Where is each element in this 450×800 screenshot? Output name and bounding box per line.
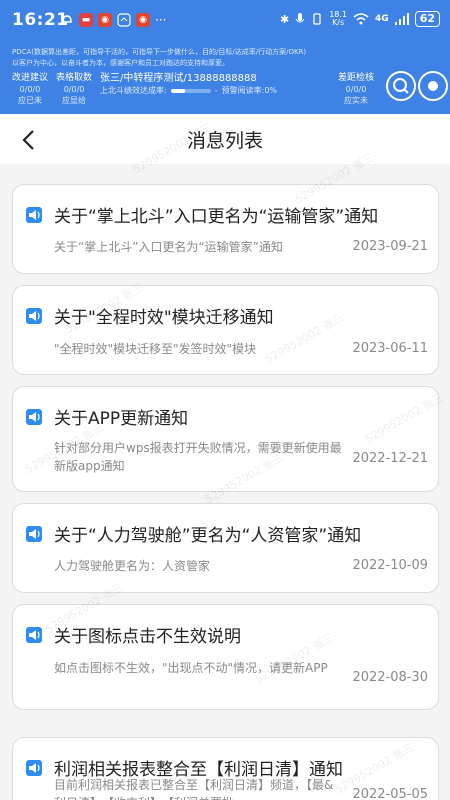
message-title: 关于"全程时效"模块迁移通知 bbox=[54, 308, 274, 328]
message-desc: 如点击图标不生效，"出现点不动"情况，请更新APP bbox=[54, 661, 328, 675]
net-speed: 18.1 K/s bbox=[329, 10, 348, 27]
message-card[interactable]: 关于图标点击不生效说明 如点击图标不生效，"出现点不动"情况，请更新APP 20… bbox=[12, 604, 439, 710]
more-dots-icon: ··· bbox=[155, 13, 167, 27]
dot-icon bbox=[428, 81, 438, 91]
notification-icons: ▬ ◉ ◉ ··· bbox=[60, 13, 166, 27]
message-date: 2023-06-11 bbox=[352, 341, 428, 356]
user-info: 张三/中转程序测试/13888888888 上北斗绩效达成率: - 预警阅读率:… bbox=[100, 73, 277, 106]
message-desc: 人力驾驶舱更名为：人资管家 bbox=[54, 559, 211, 573]
system-icons: ✱ 18.1 K/s 4G 62 bbox=[280, 11, 440, 27]
weibo-icon-2: ◉ bbox=[136, 13, 150, 27]
message-desc: 关于“掌上北斗”入口更名为“运输管家”通知 bbox=[54, 240, 283, 254]
message-card[interactable]: 关于"全程时效"模块迁移通知 "全程时效"模块迁移至"发签时效"模块 2023-… bbox=[12, 285, 439, 375]
progress-bar bbox=[170, 89, 211, 93]
speaker-icon bbox=[26, 207, 42, 223]
message-date: 2022-08-30 bbox=[352, 670, 428, 685]
home-app-icon bbox=[117, 13, 131, 27]
message-card[interactable]: 关于“人力驾驶舱”更名为“人资管家”通知 人力驾驶舱更名为：人资管家 2022-… bbox=[12, 503, 439, 593]
message-desc: "全程时效"模块迁移至"发签时效"模块 bbox=[54, 342, 257, 356]
nav-bar: 消息列表 bbox=[0, 114, 450, 164]
battery-icon: 62 bbox=[414, 11, 440, 27]
message-card[interactable]: 关于“掌上北斗”入口更名为“运输管家”通知 关于“掌上北斗”入口更名为“运输管家… bbox=[12, 184, 439, 274]
menu-button[interactable] bbox=[418, 71, 448, 101]
search-button[interactable] bbox=[386, 71, 416, 101]
stat-gap-check[interactable]: 差距检核 0/0/0 应实未 bbox=[338, 73, 374, 106]
network-type: 4G bbox=[375, 14, 389, 24]
status-bar: 16:21 ▬ ◉ ◉ ··· ✱ 18.1 K/s 4G 62 bbox=[0, 0, 450, 42]
message-card[interactable]: 关于APP更新通知 针对部分用户wps报表打开失败情况，需要更新使用最新版app… bbox=[12, 386, 439, 492]
message-desc: 目前利润相关报表已整合至【利润日清】频道，【最&利日清】、【收支利】、【利润单票… bbox=[54, 778, 334, 800]
speaker-icon bbox=[26, 308, 42, 324]
dashboard-banner: PDCA(数据算出差距，可指导干活的，可指导下一步做什么，目的/目标/达成率/行… bbox=[0, 42, 450, 114]
search-icon bbox=[393, 78, 409, 94]
message-date: 2022-10-09 bbox=[352, 558, 428, 573]
hand-icon bbox=[62, 15, 72, 23]
message-date: 2022-05-05 bbox=[352, 787, 428, 800]
speaker-icon bbox=[26, 526, 42, 542]
stat-improvement[interactable]: 改进建议 0/0/0 应已未 bbox=[12, 73, 48, 106]
weibo-icon: ◉ bbox=[98, 13, 112, 27]
stat-table-data[interactable]: 表格取数 0/0/0 应显给 bbox=[56, 73, 92, 106]
message-title: 关于图标点击不生效说明 bbox=[54, 627, 241, 647]
banner-intro: PDCA(数据算出差距，可指导干活的，可指导下一步做什么，目的/目标/达成率/行… bbox=[12, 48, 307, 67]
message-date: 2022-12-21 bbox=[352, 451, 428, 466]
signal-icon bbox=[394, 13, 409, 25]
progress-row: 上北斗绩效达成率: - 预警阅读率:0% bbox=[100, 86, 278, 95]
stats-row: 改进建议 0/0/0 应已未 表格取数 0/0/0 应显给 张三/中转程序测试/… bbox=[12, 73, 277, 106]
speaker-icon bbox=[26, 627, 42, 643]
message-card[interactable]: 利润相关报表整合至【利润日清】通知 目前利润相关报表已整合至【利润日清】频道，【… bbox=[12, 737, 439, 800]
mic-icon bbox=[295, 13, 305, 23]
bluetooth-icon: ✱ bbox=[280, 12, 290, 26]
message-desc: 针对部分用户wps报表打开失败情况，需要更新使用最新版app通知 bbox=[54, 441, 342, 473]
red-app-icon: ▬ bbox=[79, 13, 93, 27]
page-title: 消息列表 bbox=[186, 130, 263, 152]
wifi-icon bbox=[353, 13, 369, 25]
vibrate-icon bbox=[313, 13, 321, 25]
message-title: 关于“人力驾驶舱”更名为“人资管家”通知 bbox=[54, 526, 362, 546]
speaker-icon bbox=[26, 409, 42, 425]
user-name: 张三/中转程序测试/13888888888 bbox=[100, 73, 257, 84]
message-date: 2023-09-21 bbox=[352, 239, 428, 254]
message-title: 关于“掌上北斗”入口更名为“运输管家”通知 bbox=[54, 207, 379, 227]
speaker-icon bbox=[26, 760, 42, 776]
message-title: 关于APP更新通知 bbox=[54, 409, 189, 429]
